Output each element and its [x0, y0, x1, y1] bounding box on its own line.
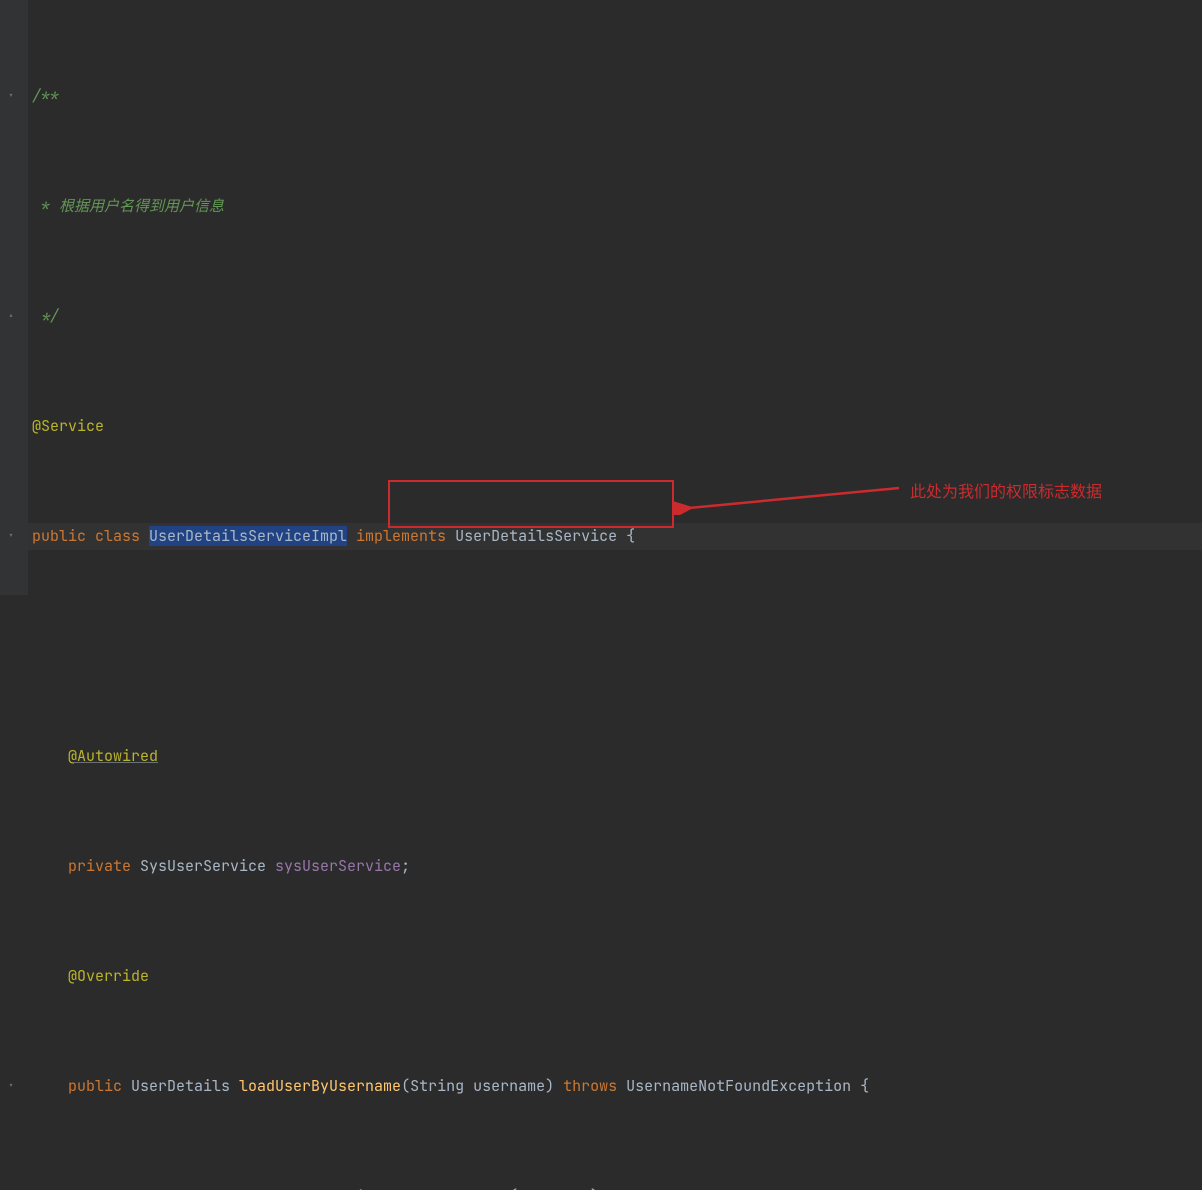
code-line: SysUser sysUser= sysUserService.getByUse…	[28, 1183, 1202, 1190]
fold-marker-icon[interactable]: ▾	[8, 1081, 14, 1091]
fold-marker-icon[interactable]: ▾	[8, 91, 14, 101]
params-token: (String username)	[401, 1076, 563, 1096]
field-token: sysUserService	[275, 856, 401, 876]
keyword-token: private	[68, 856, 140, 876]
keyword-token: implements	[347, 526, 455, 546]
fold-marker-icon[interactable]: ▾	[8, 531, 14, 541]
code-line: @Autowired	[28, 743, 1202, 771]
annotation-token: @Autowired	[68, 746, 158, 766]
method-token: loadUserByUsername	[239, 1076, 401, 1096]
keyword-token: public	[68, 1076, 131, 1096]
fold-marker-icon[interactable]: ▴	[8, 311, 14, 321]
keyword-token: public	[32, 526, 95, 546]
keyword-token: class	[95, 526, 149, 546]
code-line: @Override	[28, 963, 1202, 991]
code-line: ▴ */	[28, 303, 1202, 331]
code-line: ▾ public UserDetails loadUserByUsername(…	[28, 1073, 1202, 1101]
code-line: * 根据用户名得到用户信息	[28, 193, 1202, 221]
punct-token: ;	[401, 856, 410, 876]
keyword-token: throws	[563, 1076, 626, 1096]
code-line	[28, 633, 1202, 661]
code-line: @Service	[28, 413, 1202, 441]
field-token: sysUserService	[257, 1186, 383, 1190]
class-name-selected: UserDetailsServiceImpl	[149, 526, 347, 546]
editor-gutter	[0, 0, 28, 595]
code-token: SysUser sysUser=	[104, 1186, 257, 1190]
comment-token: /**	[32, 86, 59, 106]
comment-token: */	[32, 306, 59, 326]
code-line: private SysUserService sysUserService;	[28, 853, 1202, 881]
exception-token: UsernameNotFoundException {	[626, 1076, 869, 1096]
code-token: .getByUserName(username);	[383, 1186, 608, 1190]
code-line-active: ▾public class UserDetailsServiceImpl imp…	[28, 523, 1202, 551]
comment-token: * 根据用户名得到用户信息	[32, 196, 224, 216]
type-token: SysUserService	[140, 856, 275, 876]
interface-token: UserDetailsService {	[455, 526, 635, 546]
annotation-token: @Override	[68, 966, 149, 986]
code-line: ▾/**	[28, 83, 1202, 111]
type-token: UserDetails	[131, 1076, 239, 1096]
annotation-label: 此处为我们的权限标志数据	[910, 479, 1102, 507]
annotation-token: @Service	[32, 416, 104, 436]
